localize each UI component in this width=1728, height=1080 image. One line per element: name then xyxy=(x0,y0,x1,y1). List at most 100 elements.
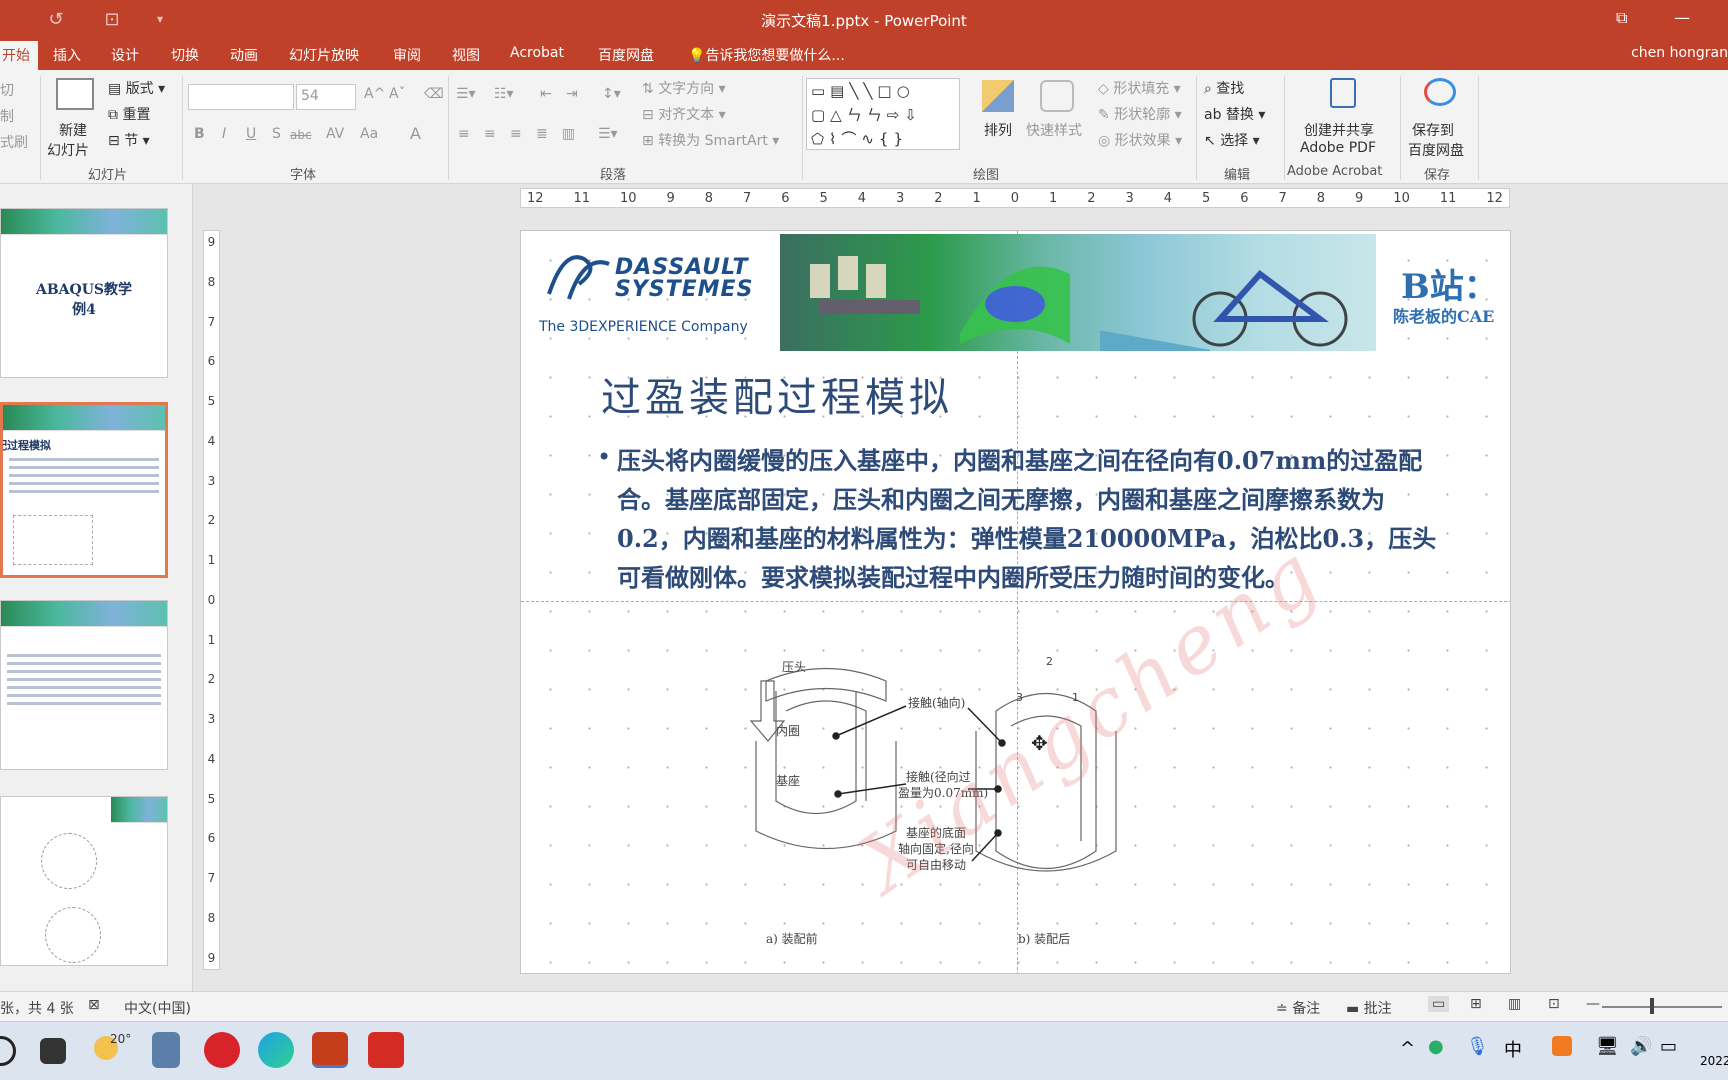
normal-view-icon[interactable]: ▭ xyxy=(1428,996,1450,1012)
font-color-button[interactable]: A xyxy=(410,124,421,143)
slide-sorter-icon[interactable]: ⊞ xyxy=(1470,996,1482,1012)
battery-icon[interactable]: ▭ xyxy=(1660,1036,1677,1057)
app-tray-icon[interactable] xyxy=(1552,1036,1572,1056)
replace-button[interactable]: ab 替换 ▾ xyxy=(1204,104,1265,124)
shrink-font-icon[interactable]: Aˇ xyxy=(389,86,406,102)
tab-acrobat[interactable]: Acrobat xyxy=(510,45,564,61)
input-method-icon[interactable]: 中 xyxy=(1504,1036,1522,1062)
notes-button[interactable]: ≐ 备注 xyxy=(1276,998,1320,1018)
slide-thumbnail-2[interactable]: 过盈装配过程模拟 xyxy=(0,402,168,578)
tray-chevron-icon[interactable]: ^ xyxy=(1400,1038,1415,1059)
new-slide-icon[interactable] xyxy=(56,78,94,110)
slide-canvas[interactable]: DASSAULT SYSTEMES The 3DEXPERIENCE Compa… xyxy=(520,230,1511,974)
slide-title[interactable]: 过盈装配过程模拟 xyxy=(601,365,953,423)
numbering-icon[interactable]: ☷▾ xyxy=(494,86,514,102)
strikethrough-button[interactable]: abc xyxy=(290,128,312,142)
calculator-icon[interactable] xyxy=(152,1032,180,1068)
shapes-gallery[interactable]: ▭▤╲╲□○ ▢△ㄣㄣ⇨⇩ ⬠⌇⌒∿{} xyxy=(806,78,960,150)
align-left-icon[interactable]: ≡ xyxy=(458,126,470,142)
slide-thumbnail-3[interactable]: 建模 xyxy=(0,600,168,770)
distribute-icon[interactable]: ☰▾ xyxy=(598,126,618,142)
save-to-baidu-button[interactable]: 保存到 xyxy=(1412,120,1454,140)
columns-icon[interactable]: ▥ xyxy=(562,126,575,142)
grow-font-icon[interactable]: A^ xyxy=(364,86,385,102)
netease-music-icon[interactable] xyxy=(204,1032,240,1068)
bold-button[interactable]: B xyxy=(194,126,205,142)
spelling-icon[interactable]: ⊠ xyxy=(88,997,100,1013)
quick-styles-icon[interactable] xyxy=(1040,80,1074,112)
comments-button[interactable]: ▬ 批注 xyxy=(1346,998,1392,1018)
tab-animations[interactable]: 动画 xyxy=(230,45,258,65)
slide-thumbnail-1[interactable]: ABAQUS教学 例4 xyxy=(0,208,168,378)
align-center-icon[interactable]: ≡ xyxy=(484,126,496,142)
baidu-cloud-icon[interactable] xyxy=(1424,78,1456,106)
powerpoint-icon[interactable] xyxy=(312,1032,348,1068)
ribbon-display-icon[interactable]: ⧉ xyxy=(1616,8,1627,28)
vertical-ruler[interactable]: 9 8 7 6 5 4 3 2 1 0 1 2 3 4 5 6 7 8 9 xyxy=(203,230,220,970)
copy-button[interactable]: 制 xyxy=(0,106,14,126)
acrobat-icon[interactable] xyxy=(368,1032,404,1068)
section-button[interactable]: ⊟ 节 ▾ xyxy=(108,130,150,150)
search-icon[interactable] xyxy=(0,1036,16,1066)
tab-review[interactable]: 审阅 xyxy=(393,45,421,65)
slide-body-text[interactable]: 压头将内圈缓慢的压入基座中，内圈和基座之间在径向有0.07mm的过盈配合。基座底… xyxy=(617,441,1447,597)
task-view-icon[interactable] xyxy=(40,1038,66,1064)
shape-outline-button[interactable]: ✎ 形状轮廓 ▾ xyxy=(1098,104,1182,124)
decrease-indent-icon[interactable]: ⇤ xyxy=(540,86,552,102)
tab-insert[interactable]: 插入 xyxy=(53,45,81,65)
line-spacing-icon[interactable]: ↕▾ xyxy=(602,86,621,102)
arrange-button[interactable]: 排列 xyxy=(984,120,1012,140)
arrange-icon[interactable] xyxy=(982,80,1014,112)
underline-button[interactable]: U xyxy=(246,126,256,142)
zoom-slider[interactable] xyxy=(1602,1006,1722,1008)
new-slide-dropdown[interactable]: 幻灯片 xyxy=(47,140,89,160)
bullets-icon[interactable]: ☰▾ xyxy=(456,86,476,102)
volume-icon[interactable]: 🔊 xyxy=(1630,1036,1652,1057)
change-case-button[interactable]: Aa xyxy=(360,126,378,142)
slide-thumbnail-4[interactable] xyxy=(0,796,168,966)
tab-slideshow[interactable]: 幻灯片放映 xyxy=(289,45,359,65)
tab-baidu[interactable]: 百度网盘 xyxy=(598,45,654,65)
tab-view[interactable]: 视图 xyxy=(452,45,480,65)
cut-button[interactable]: 切 xyxy=(0,80,14,100)
reading-view-icon[interactable]: ▥ xyxy=(1508,996,1521,1012)
wechat-icon[interactable]: ● xyxy=(1428,1036,1444,1057)
reset-button[interactable]: ⧉ 重置 xyxy=(108,104,150,124)
text-direction-button[interactable]: ⇅ 文字方向 ▾ xyxy=(642,78,726,98)
minimize-icon[interactable]: — xyxy=(1674,8,1690,27)
zoom-thumb[interactable] xyxy=(1650,998,1654,1014)
layout-button[interactable]: ▤ 版式 ▾ xyxy=(108,78,165,98)
new-slide-button[interactable]: 新建 xyxy=(59,120,87,140)
font-size-input[interactable]: 54 xyxy=(296,84,356,110)
tab-home[interactable]: 开始 xyxy=(0,41,38,73)
clear-format-icon[interactable]: ⌫ xyxy=(424,86,444,102)
adobe-pdf-icon[interactable] xyxy=(1330,78,1356,108)
network-icon[interactable]: 🖥 xyxy=(1596,1036,1619,1057)
user-name[interactable]: chen hongran xyxy=(1631,45,1728,61)
quick-styles-button[interactable]: 快速样式 xyxy=(1026,120,1082,140)
select-button[interactable]: ↖ 选择 ▾ xyxy=(1204,130,1260,150)
smartart-button[interactable]: ⊞ 转换为 SmartArt ▾ xyxy=(642,130,779,150)
create-share-button[interactable]: 创建并共享 xyxy=(1304,120,1374,140)
justify-icon[interactable]: ≣ xyxy=(536,126,548,142)
shape-fill-button[interactable]: ◇ 形状填充 ▾ xyxy=(1098,78,1181,98)
tell-me-search[interactable]: 💡告诉我您想要做什么... xyxy=(688,45,845,65)
tab-transitions[interactable]: 切换 xyxy=(171,45,199,65)
shadow-button[interactable]: S xyxy=(272,126,281,142)
italic-button[interactable]: I xyxy=(222,126,226,142)
shape-effects-button[interactable]: ◎ 形状效果 ▾ xyxy=(1098,130,1182,150)
font-name-input[interactable] xyxy=(188,84,294,110)
increase-indent-icon[interactable]: ⇥ xyxy=(566,86,578,102)
microphone-icon[interactable]: 🎙 xyxy=(1466,1036,1489,1057)
edge-icon[interactable] xyxy=(258,1032,294,1068)
char-spacing-button[interactable]: AV xyxy=(326,126,344,142)
align-right-icon[interactable]: ≡ xyxy=(510,126,522,142)
clock-year[interactable]: 2022 xyxy=(1700,1054,1728,1068)
horizontal-ruler[interactable]: 12 11 10 9 8 7 6 5 4 3 2 1 0 1 2 3 4 5 6 7 8 9 10 11 12 xyxy=(520,188,1510,208)
format-painter-button[interactable]: 式刷 xyxy=(0,132,28,152)
align-text-button[interactable]: ⊟ 对齐文本 ▾ xyxy=(642,104,726,124)
language-status[interactable]: 中文(中国) xyxy=(124,998,191,1018)
find-button[interactable]: ⌕ 查找 xyxy=(1204,78,1244,98)
tab-design[interactable]: 设计 xyxy=(111,45,139,65)
slideshow-icon[interactable]: ⊡ xyxy=(1548,996,1560,1012)
